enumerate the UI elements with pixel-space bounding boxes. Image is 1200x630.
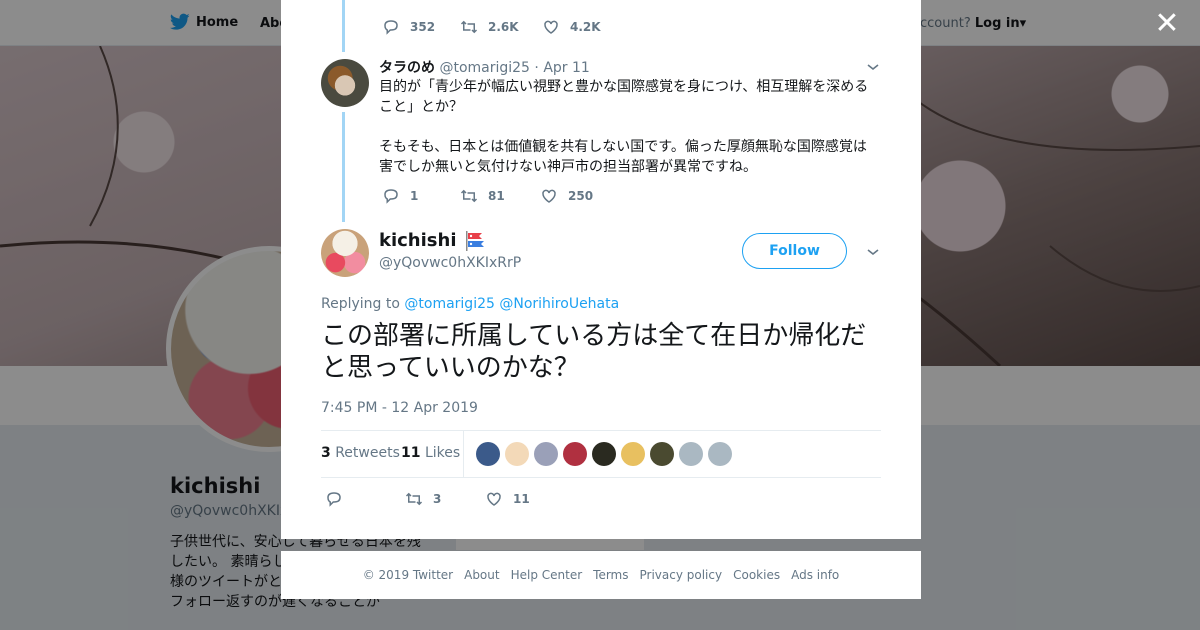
tweet-author-handle[interactable]: @yQovwc0hXKIxRrP (379, 255, 521, 271)
footer-link-ads-info[interactable]: Ads info (791, 568, 839, 582)
footer-copyright: © 2019 Twitter (362, 568, 454, 582)
liker-avatar[interactable] (563, 442, 587, 466)
liker-avatar[interactable] (679, 442, 703, 466)
reply-author-avatar[interactable] (321, 59, 369, 107)
retweet-action[interactable]: 2.6K (460, 18, 542, 36)
heart-icon (542, 189, 556, 203)
retweet-count: 2.6K (488, 20, 519, 34)
like-action[interactable]: 11 (485, 490, 530, 508)
tweet-modal: 352 2.6K 4.2K タラのめ @tomarigi25 · Apr 11 … (281, 0, 921, 539)
footer-link-terms[interactable]: Terms (593, 568, 628, 582)
reply-date[interactable]: Apr 11 (543, 60, 589, 76)
chevron-down-icon[interactable] (866, 245, 880, 259)
heart-icon (487, 492, 501, 506)
replying-to-line: Replying to @tomarigi25 @NorihiroUehata (321, 296, 619, 312)
retweet-action[interactable]: 81 (460, 187, 540, 205)
reply-icon (384, 20, 398, 35)
liker-avatar[interactable] (476, 442, 500, 466)
reply-author-handle[interactable]: @tomarigi25 (439, 60, 530, 76)
liker-avatar[interactable] (534, 442, 558, 466)
footer-link-help-center[interactable]: Help Center (511, 568, 583, 582)
heart-icon (544, 20, 558, 34)
like-action[interactable]: 4.2K (542, 18, 601, 36)
liker-avatar[interactable] (621, 442, 645, 466)
tweet-author-avatar[interactable] (321, 229, 369, 277)
like-action[interactable]: 250 (540, 187, 593, 205)
carp-streamer-icon (465, 230, 484, 251)
liker-avatar[interactable] (505, 442, 529, 466)
tweet-timestamp[interactable]: 7:45 PM - 12 Apr 2019 (321, 400, 478, 416)
likes-stat[interactable]: 11 Likes (401, 445, 460, 461)
liker-avatar[interactable] (650, 442, 674, 466)
liker-avatar[interactable] (592, 442, 616, 466)
reply-tweet-text: 目的が「青少年が幅広い視野と豊かな国際感覚を身につけ、相互理解を深めること」とか… (379, 79, 869, 175)
prev-tweet-actions: 352 2.6K 4.2K (382, 18, 601, 36)
mention-link[interactable]: @NorihiroUehata (499, 296, 619, 312)
like-count: 250 (568, 189, 594, 203)
like-count: 4.2K (570, 20, 601, 34)
reply-icon (384, 189, 398, 204)
retweet-count: 3 (433, 492, 442, 506)
liker-avatars (476, 442, 732, 466)
retweet-icon (405, 492, 423, 506)
thread-line (342, 112, 345, 222)
liker-avatar[interactable] (708, 442, 732, 466)
footer-link-privacy-policy[interactable]: Privacy policy (640, 568, 723, 582)
footer-link-about[interactable]: About (464, 568, 499, 582)
retweets-stat[interactable]: 3 Retweets (321, 445, 400, 461)
tweet-text: この部署に所属している方は全て在日か帰化だと思っていいのかな？ (321, 321, 867, 383)
footer-link-cookies[interactable]: Cookies (733, 568, 780, 582)
reply-author-name[interactable]: タラのめ (379, 60, 435, 76)
follow-button[interactable]: Follow (742, 233, 847, 269)
reply-tweet-actions: 1 81 250 (382, 187, 593, 205)
tweet-stats: 3 Retweets 11 Likes (321, 430, 881, 478)
reply-action[interactable]: 352 (382, 18, 460, 36)
thread-line (342, 0, 345, 52)
retweet-icon (460, 20, 478, 34)
main-tweet-actions: 3 11 (325, 490, 530, 508)
tweet-author-name[interactable]: kichishi (379, 230, 457, 251)
replying-to-label: Replying to (321, 296, 400, 312)
chevron-down-icon[interactable] (866, 60, 880, 74)
retweets-label: Retweets (335, 445, 400, 461)
modal-footer: © 2019 Twitter About Help Center Terms P… (281, 551, 921, 599)
reply-icon (327, 492, 341, 507)
retweet-icon (460, 189, 478, 203)
retweet-action[interactable]: 3 (405, 490, 485, 508)
reply-count: 352 (410, 20, 436, 34)
reply-count: 1 (410, 189, 419, 203)
likes-label: Likes (424, 445, 461, 461)
reply-action[interactable] (325, 490, 405, 508)
tweet-author-name-row: kichishi (379, 230, 487, 251)
retweets-count: 3 (321, 445, 331, 461)
reply-action[interactable]: 1 (382, 187, 460, 205)
like-count: 11 (513, 492, 530, 506)
mention-link[interactable]: @tomarigi25 (404, 296, 495, 312)
meta-separator: · (534, 60, 539, 76)
reply-tweet-header: タラのめ @tomarigi25 · Apr 11 (379, 57, 590, 77)
close-icon[interactable]: ✕ (1154, 9, 1180, 39)
likes-count: 11 (401, 445, 421, 461)
stats-divider (463, 431, 464, 477)
retweet-count: 81 (488, 189, 505, 203)
